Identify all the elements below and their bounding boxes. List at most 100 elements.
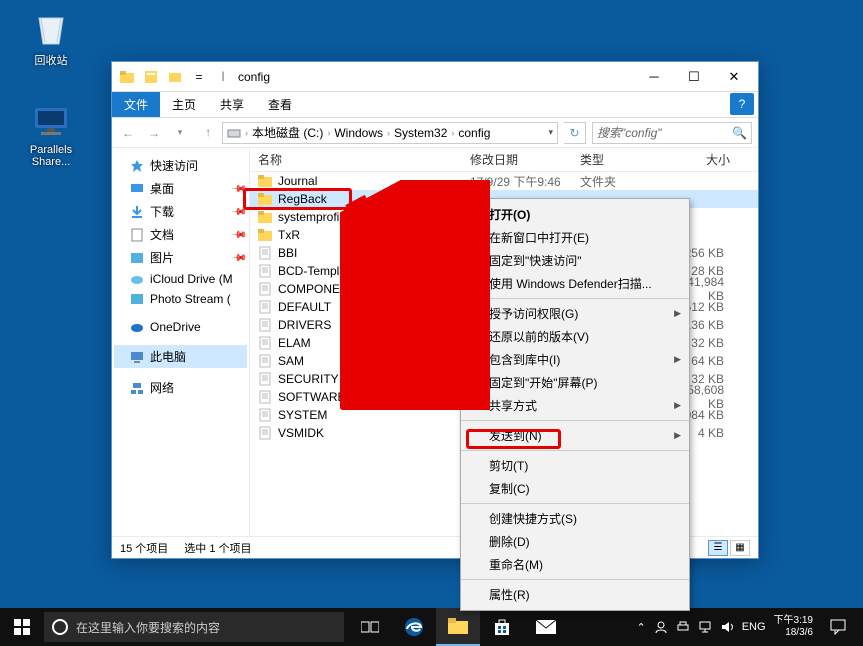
file-name: SAM — [278, 354, 304, 368]
file-icon — [258, 336, 272, 350]
action-center-button[interactable] — [821, 608, 855, 646]
qat-properties-icon[interactable] — [140, 66, 162, 88]
file-icon — [258, 264, 272, 278]
tray-ime-indicator[interactable]: ENG — [742, 621, 766, 633]
minimize-button[interactable]: ─ — [634, 62, 674, 92]
clock-time: 下午3:19 — [774, 615, 813, 627]
col-date[interactable]: 修改日期 — [470, 151, 580, 168]
close-button[interactable]: ✕ — [714, 62, 754, 92]
cortana-search-input[interactable]: 在这里输入你要搜索的内容 — [44, 612, 344, 642]
clock-date: 18/3/6 — [774, 627, 813, 639]
taskbar-store[interactable] — [480, 608, 524, 646]
back-button[interactable]: ← — [118, 123, 138, 143]
refresh-button[interactable]: ↻ — [564, 122, 586, 144]
col-size[interactable]: 大小 — [670, 151, 730, 168]
file-date: 17/9/29 下午9:46 — [470, 173, 580, 190]
file-name: SYSTEM — [278, 408, 327, 422]
menu-pin-quick-access[interactable]: 固定到"快速访问" — [461, 249, 689, 272]
history-dropdown[interactable]: ▾ — [170, 123, 190, 143]
menu-rename[interactable]: 重命名(M) — [461, 553, 689, 576]
nav-desktop[interactable]: 桌面📌 — [114, 177, 247, 200]
nav-quick-access[interactable]: 快速访问 — [114, 154, 247, 177]
menu-create-shortcut[interactable]: 创建快捷方式(S) — [461, 507, 689, 530]
breadcrumb-segment[interactable]: 本地磁盘 (C:) — [252, 124, 323, 141]
nav-documents[interactable]: 文档📌 — [114, 223, 247, 246]
column-headers: 名称 修改日期 类型 大小 — [250, 148, 758, 172]
file-icon — [258, 246, 272, 260]
file-icon — [258, 408, 272, 422]
col-type[interactable]: 类型 — [580, 151, 670, 168]
status-selected-count: 选中 1 个项目 — [184, 540, 251, 556]
tray-people-icon[interactable] — [654, 620, 668, 634]
tray-volume-icon[interactable] — [720, 620, 734, 634]
help-button[interactable]: ? — [730, 93, 754, 115]
file-name: VSMIDK — [278, 426, 324, 440]
view-details-button[interactable]: ☰ — [708, 540, 728, 556]
menu-cut[interactable]: 剪切(T) — [461, 454, 689, 477]
breadcrumb-segment[interactable]: System32 — [394, 126, 447, 140]
menu-send-to[interactable]: 发送到(N)▶ — [461, 424, 689, 447]
taskbar-mail[interactable] — [524, 608, 568, 646]
menu-include-in-library[interactable]: 包含到库中(I)▶ — [461, 348, 689, 371]
address-bar[interactable]: › 本地磁盘 (C:) › Windows › System32 › confi… — [222, 122, 558, 144]
file-row[interactable]: Journal17/9/29 下午9:46文件夹 — [250, 172, 758, 190]
file-name: systemprofile — [278, 210, 349, 224]
menu-share[interactable]: 共享方式▶ — [461, 394, 689, 417]
view-icons-button[interactable]: ▦ — [730, 540, 750, 556]
search-input[interactable]: 搜索"config" 🔍 — [592, 122, 752, 144]
nav-pictures[interactable]: 图片📌 — [114, 246, 247, 269]
file-name: TxR — [278, 228, 300, 242]
qat-folder-icon[interactable] — [116, 66, 138, 88]
task-view-button[interactable] — [348, 608, 392, 646]
desktop-parallels-shared[interactable]: Parallels Share... — [16, 100, 86, 168]
desktop-recycle-bin[interactable]: 回收站 — [16, 8, 86, 68]
up-button[interactable]: → — [196, 123, 216, 143]
breadcrumb-segment[interactable]: Windows — [334, 126, 383, 140]
menu-defender-scan[interactable]: 使用 Windows Defender扫描... — [461, 272, 689, 295]
file-name: COMPONENTS — [278, 282, 364, 296]
folder-icon — [258, 228, 272, 242]
nav-onedrive[interactable]: OneDrive — [114, 317, 247, 337]
menu-open-new-window[interactable]: 在新窗口中打开(E) — [461, 226, 689, 249]
maximize-button[interactable]: ☐ — [674, 62, 714, 92]
qat-new-folder-icon[interactable] — [164, 66, 186, 88]
nav-downloads[interactable]: 下载📌 — [114, 200, 247, 223]
menu-restore-previous[interactable]: 还原以前的版本(V) — [461, 325, 689, 348]
taskbar-edge[interactable] — [392, 608, 436, 646]
start-button[interactable] — [0, 608, 44, 646]
menu-delete[interactable]: 删除(D) — [461, 530, 689, 553]
window-title: config — [238, 70, 270, 84]
tray-overflow-icon[interactable]: ⌃ — [636, 621, 645, 634]
context-menu: 打开(O) 在新窗口中打开(E) 固定到"快速访问" 使用 Windows De… — [460, 198, 690, 611]
menu-copy[interactable]: 复制(C) — [461, 477, 689, 500]
cortana-placeholder: 在这里输入你要搜索的内容 — [76, 619, 220, 636]
file-name: DEFAULT — [278, 300, 331, 314]
tab-share[interactable]: 共享 — [208, 92, 256, 117]
nav-network[interactable]: 网络 — [114, 376, 247, 399]
tray-printer-icon[interactable] — [676, 621, 690, 633]
menu-grant-access[interactable]: 授予访问权限(G)▶ — [461, 302, 689, 325]
file-name: BCD-Template — [278, 264, 356, 278]
menu-open[interactable]: 打开(O) — [461, 203, 689, 226]
taskbar-file-explorer[interactable] — [436, 608, 480, 646]
breadcrumb-segment[interactable]: config — [458, 126, 490, 140]
forward-button[interactable]: → — [144, 123, 164, 143]
search-icon: 🔍 — [732, 126, 747, 140]
menu-properties[interactable]: 属性(R) — [461, 583, 689, 606]
tab-file[interactable]: 文件 — [112, 92, 160, 117]
navigation-pane: 快速访问 桌面📌 下载📌 文档📌 图片📌 iCloud Drive (M Pho… — [112, 148, 250, 536]
col-name[interactable]: 名称 — [250, 151, 470, 168]
menu-pin-to-start[interactable]: 固定到"开始"屏幕(P) — [461, 371, 689, 394]
tab-view[interactable]: 查看 — [256, 92, 304, 117]
folder-icon — [258, 174, 272, 188]
file-name: BBI — [278, 246, 297, 260]
title-bar: = | config ─ ☐ ✕ — [112, 62, 758, 92]
nav-photo-stream[interactable]: Photo Stream ( — [114, 289, 247, 309]
file-name: DRIVERS — [278, 318, 331, 332]
tab-home[interactable]: 主页 — [160, 92, 208, 117]
tray-clock[interactable]: 下午3:19 18/3/6 — [774, 615, 813, 639]
tray-network-icon[interactable] — [698, 620, 712, 634]
file-type: 文件夹 — [580, 173, 670, 190]
nav-this-pc[interactable]: 此电脑 — [114, 345, 247, 368]
nav-icloud-drive[interactable]: iCloud Drive (M — [114, 269, 247, 289]
